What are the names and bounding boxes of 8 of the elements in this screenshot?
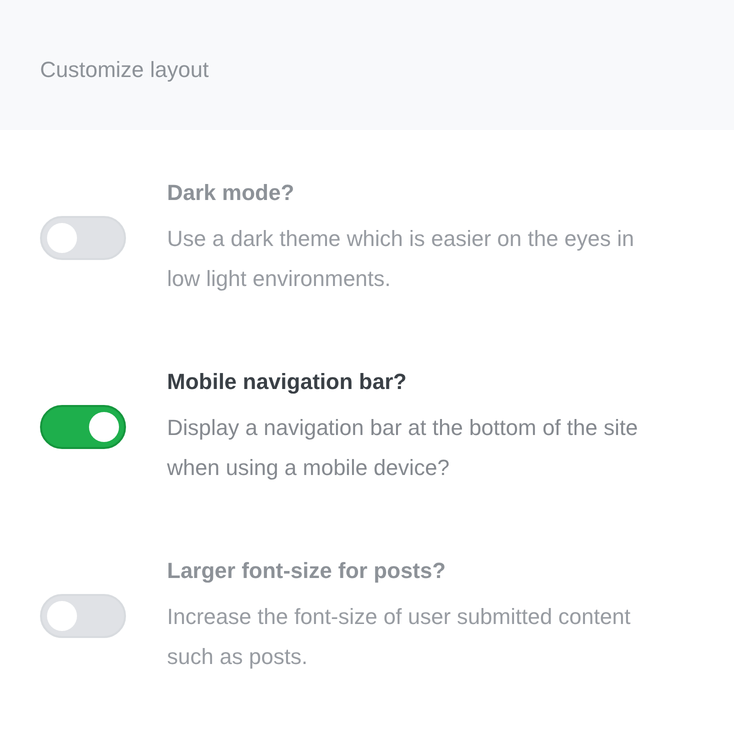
setting-description: Increase the font-size of user submitted content such as posts. <box>167 603 632 671</box>
setting-description: Use a dark theme which is easier on the eyes in low light environments. <box>167 225 636 293</box>
toggle-switch[interactable] <box>40 404 126 448</box>
panel-title: Customize layout <box>40 56 209 84</box>
setting-description: Display a navigation bar at the bottom of the site when using a mobile device? <box>167 414 639 482</box>
setting-title: Mobile navigation bar? <box>167 368 408 396</box>
setting-title: Larger font-size for posts? <box>167 557 447 585</box>
setting-title: Dark mode? <box>167 179 296 207</box>
